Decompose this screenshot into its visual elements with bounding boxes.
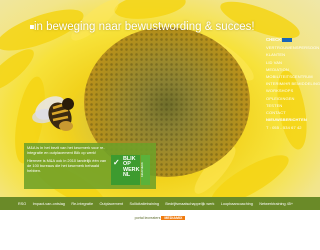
menu-logo[interactable]: CHECK	[266, 36, 320, 43]
badge-line-4: NL	[123, 172, 131, 179]
menu-item-nieuwsberichten[interactable]: NIEUWSBERICHTEN	[266, 116, 320, 123]
nav-link-rso[interactable]: RSO	[18, 202, 26, 206]
nav-link-outplacement[interactable]: Outplacement	[99, 202, 123, 206]
badge-side-label: KEURMERK	[141, 155, 150, 185]
menu-item-testen[interactable]: TESTEN	[266, 102, 320, 109]
footer-text: portal lecreaters	[134, 216, 161, 220]
menu-item-mediation[interactable]: MEDIATION	[266, 66, 320, 73]
bee-image	[32, 96, 74, 131]
footer: portal lecreaters MEDIAMIX	[0, 214, 320, 222]
menu-item-contact[interactable]: CONTACT	[266, 109, 320, 116]
menu-item-interim-hr-bemiddeling[interactable]: INTERIM/HR BEMIDDELING	[266, 80, 320, 87]
checkmark-icon: ✓	[113, 158, 120, 167]
side-menu-items: VERTROUWENSPERSOON KLANTEN LID VAN MEDIATIO…	[266, 44, 320, 123]
footer-brand-link[interactable]: MEDIAMIX	[161, 216, 186, 220]
menu-item-klanten[interactable]: KLANTEN	[266, 51, 320, 58]
menu-item-lid-van[interactable]: LID VAN	[266, 59, 320, 66]
menu-logo-label: CHECK	[266, 37, 282, 42]
bottom-nav: RSO Impact-van-ontslag Re-integratie Outpla…	[0, 197, 320, 210]
menu-item-opleidingen[interactable]: OPLEIDINGEN	[266, 95, 320, 102]
menu-item-mobiliteitscentrum[interactable]: MOBILITEITSCENTRUM	[266, 73, 320, 80]
nav-link-sollicitatietraining[interactable]: Sollicitatietraining	[129, 202, 159, 206]
logo-mark-icon	[282, 37, 293, 42]
side-menu: CHECK VERTROUWENSPERSOON KLANTEN LID VAN ME…	[266, 36, 320, 132]
page: in beweging naar bewustwording & succes!…	[0, 0, 320, 250]
info-paragraph-1: M&A is in het bezit van het keurmerk voo…	[27, 145, 105, 155]
nav-link-re-integratie[interactable]: Re-integratie	[71, 202, 93, 206]
nav-link-netwerktraining-45[interactable]: Netwerktraining 45+	[259, 202, 293, 206]
nav-link-impact-van-ontslag[interactable]: Impact-van-ontslag	[33, 202, 65, 206]
info-box: M&A is in het bezit van het keurmerk voo…	[24, 143, 110, 189]
info-paragraph-2: Hiermee is M&A ook in 2010 landelijk één…	[27, 158, 107, 173]
phone-number: T : 055 - 534 67 42	[266, 125, 302, 131]
nav-link-bedrijfsmaatschappelijk-werk[interactable]: Bedrijfsmaatschappelijk werk	[165, 202, 214, 206]
keurmerk-badge[interactable]: ✓ BLIK OP WERK NL	[111, 155, 140, 185]
menu-item-vertrouwenspersoon[interactable]: VERTROUWENSPERSOON	[266, 44, 320, 51]
hero-headline: in beweging naar bewustwording & succes!	[34, 21, 255, 33]
menu-item-workshops[interactable]: WORKSHOPS	[266, 87, 320, 94]
nav-link-loopbaancoaching[interactable]: Loopbaancoaching	[221, 202, 253, 206]
